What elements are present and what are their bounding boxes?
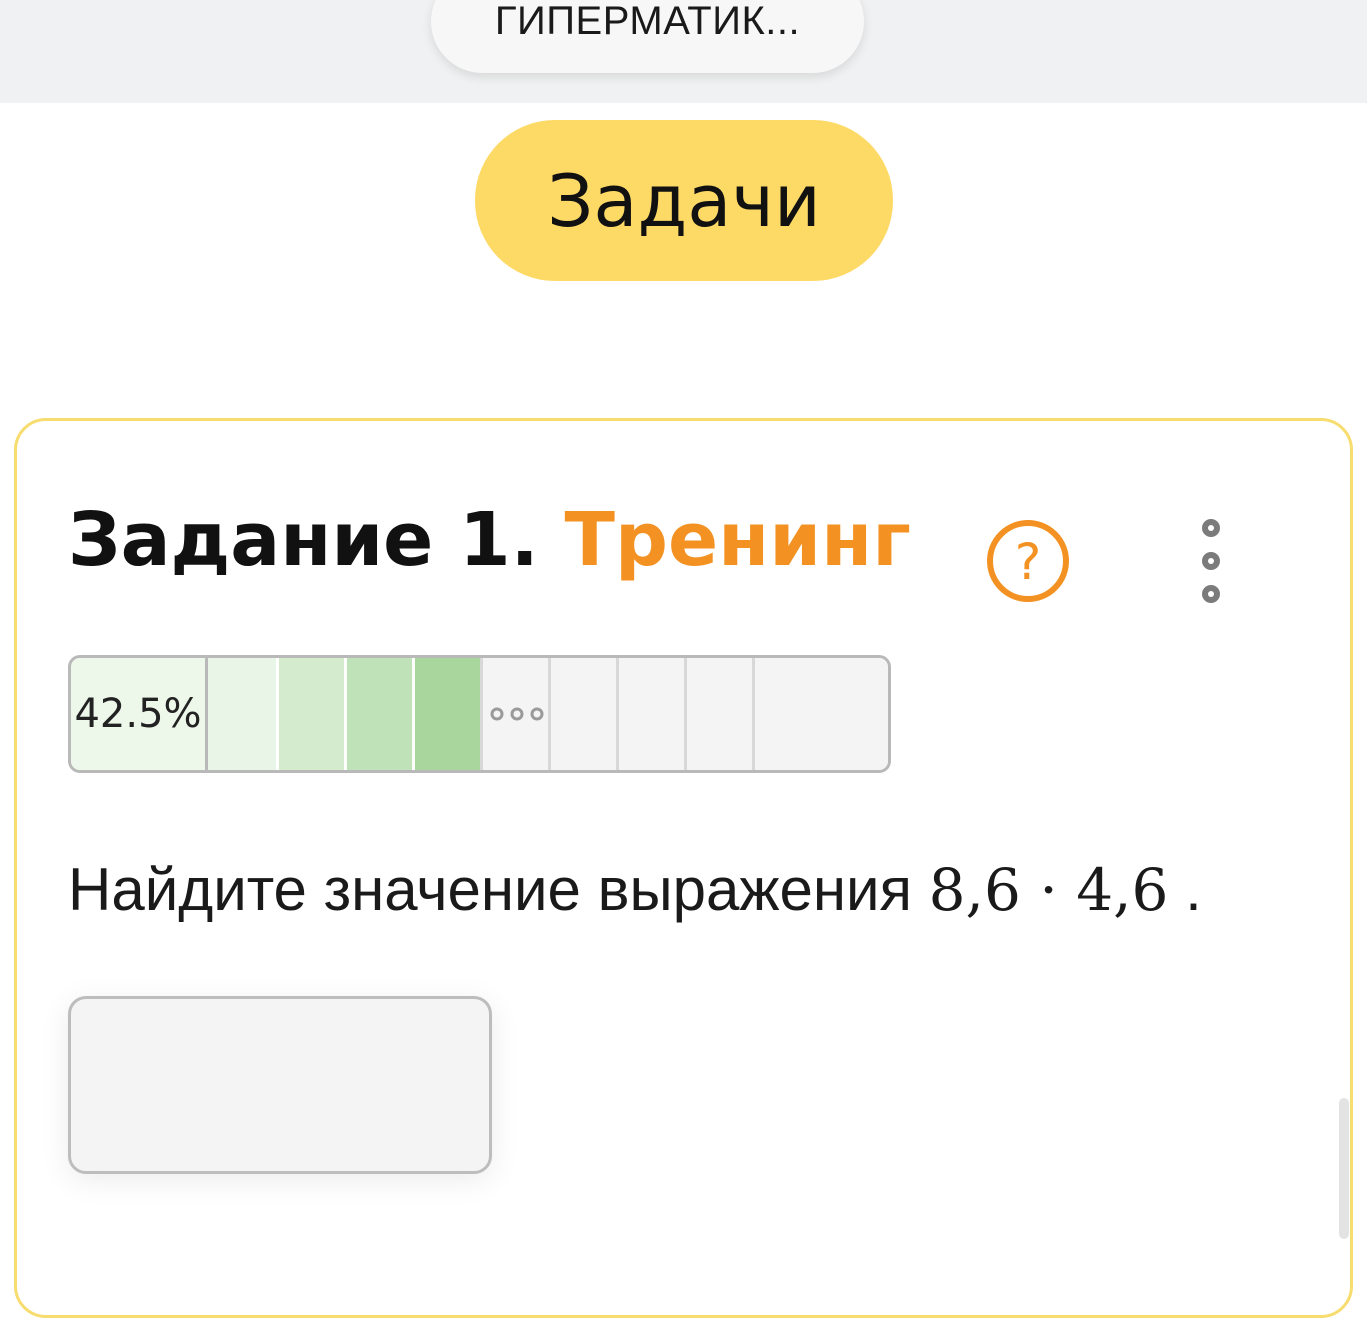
question-text: Найдите значение выражения 8,6 · 4,6 .: [68, 852, 1202, 928]
task-progress-bar: 42.5%: [68, 655, 891, 773]
progress-segment-2[interactable]: [279, 658, 347, 770]
tasks-button[interactable]: Задачи: [475, 120, 893, 281]
question-expression: 8,6 · 4,6: [928, 856, 1169, 924]
tasks-button-label: Задачи: [547, 158, 821, 243]
progress-segment-8[interactable]: [687, 658, 755, 770]
task-mode: Тренинг: [564, 497, 911, 583]
progress-segment-7[interactable]: [619, 658, 687, 770]
ellipsis-icon: [490, 707, 544, 721]
progress-segment-1[interactable]: [208, 658, 279, 770]
task-heading: Задание 1. Тренинг: [68, 495, 911, 585]
progress-segment-4[interactable]: [415, 658, 483, 770]
scrollbar[interactable]: [1339, 1098, 1349, 1239]
answer-input[interactable]: [68, 996, 492, 1174]
progress-segment-6[interactable]: [551, 658, 619, 770]
top-bar: ГИПЕРМАТИК...: [0, 0, 1367, 103]
progress-segment-3[interactable]: [347, 658, 415, 770]
task-title: Задание 1.: [68, 497, 539, 583]
question-circle-icon[interactable]: ?: [986, 519, 1070, 603]
progress-percent-cell: 42.5%: [71, 658, 208, 770]
progress-segment-9[interactable]: [755, 658, 888, 770]
progress-more-segment[interactable]: [483, 658, 551, 770]
site-title-pill[interactable]: ГИПЕРМАТИК...: [431, 0, 864, 73]
progress-percent: 42.5%: [74, 691, 202, 737]
site-title: ГИПЕРМАТИК...: [494, 0, 801, 43]
vertical-dots-icon[interactable]: [1196, 515, 1226, 607]
question-prompt: Найдите значение выражения: [68, 856, 912, 923]
svg-text:?: ?: [1015, 533, 1042, 591]
question-period: .: [1185, 856, 1202, 923]
